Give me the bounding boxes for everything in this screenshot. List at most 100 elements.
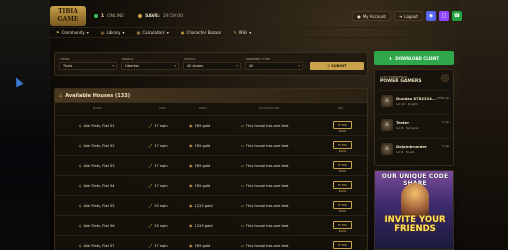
nav-calculators[interactable]: ▦ Calculators ▾: [137, 30, 169, 35]
gamer-name: Dundas 8782324...: [396, 96, 437, 101]
type-select[interactable]: All ▾: [245, 62, 303, 70]
world-select[interactable]: Libertas ▾: [121, 62, 179, 70]
bazaar-icon: ▣: [180, 30, 185, 35]
my-account-button[interactable]: ● My Account: [352, 11, 391, 21]
house-description-text: This house has one bed.: [245, 183, 290, 188]
logo[interactable]: TIBIA GAME: [50, 6, 86, 26]
submit-filter-button[interactable]: ⚲ SUBMIT: [310, 62, 364, 70]
page: TIBIA GAME 1 ONLINE SAVE: 29:59:00 ● My …: [0, 0, 508, 250]
gamer-level: Lvl 10 · Knight: [396, 102, 418, 106]
online-count: 1: [101, 13, 105, 19]
gamer-exp: 5790 xp: [436, 96, 449, 100]
top-actions: ● My Account ➜ Logout ◉ □ ☎: [352, 11, 462, 21]
house-size-text: 17 sqm: [154, 123, 168, 128]
house-icon: ⌂: [79, 143, 82, 148]
gamer-row[interactable]: ⚔ Tester Lvl 8 · Sorcerer 0 xp: [379, 114, 451, 136]
type-value: All: [249, 64, 254, 68]
house-name[interactable]: ⌂ Alai Flats, Flat 05: [79, 203, 115, 208]
nav-label: Wiki: [238, 30, 248, 35]
gamer-level: Lvl 8 · Sorcerer: [396, 126, 419, 130]
house-rent: ◉ 765 gold: [189, 243, 210, 248]
table-row[interactable]: ⌂ Alai Flats, Flat 02 ⤢ 17 sqm ◉ 765 gold ▫ Thi…: [55, 135, 369, 155]
status-value: All states: [187, 64, 204, 68]
house-size-text: 17 sqm: [154, 243, 168, 248]
house-name[interactable]: ⌂ Alai Flats, Flat 04: [79, 183, 115, 188]
town-filter-label: TOWN: [60, 57, 70, 61]
house-rent: ◉ 765 gold: [189, 123, 210, 128]
power-gamers-next-button[interactable]: ›: [441, 74, 449, 82]
nav-community[interactable]: ⚑ Community ▾: [56, 30, 89, 35]
invite-friends-banner[interactable]: OUR UNIQUE CODE SHARE INVITE YOUR FRIEND…: [374, 170, 454, 250]
bid-now-button[interactable]: ⚒ BID NOW: [333, 201, 352, 213]
save-clock-icon: [138, 14, 143, 18]
bid-now-button[interactable]: ⚒ BID NOW: [333, 141, 352, 153]
bid-now-button[interactable]: ⚒ BID NOW: [333, 161, 352, 173]
house-rent-text: 765 gold: [194, 143, 211, 148]
nav-label: Community: [61, 30, 85, 35]
my-account-label: My Account: [362, 13, 386, 19]
size-icon: ⤢: [149, 183, 153, 188]
bid-now-button[interactable]: ⚒ BID NOW: [333, 221, 352, 233]
col-size: SIZE: [159, 106, 166, 110]
town-value: Thais: [63, 64, 73, 68]
twitch-icon[interactable]: □: [439, 11, 449, 21]
status-select[interactable]: All states ▾: [183, 62, 241, 70]
calculator-icon: ▦: [136, 30, 141, 35]
house-name[interactable]: ⌂ Alai Flats, Flat 03: [79, 163, 115, 168]
house-name-text: Alai Flats, Flat 01: [83, 123, 115, 128]
logout-button[interactable]: ➜ Logout: [393, 11, 423, 21]
house-rent: ◉ 765 gold: [189, 163, 210, 168]
house-name-text: Alai Flats, Flat 06: [83, 223, 115, 228]
gamer-exp: 0 xp: [442, 120, 449, 124]
bed-icon: ▫: [241, 143, 244, 148]
gamer-vocation: Knight: [407, 102, 418, 106]
gavel-icon: ⚒: [338, 163, 341, 167]
nav-wiki[interactable]: ✎ Wiki ▾: [233, 30, 251, 35]
wiki-icon: ✎: [233, 30, 237, 35]
table-row[interactable]: ⌂ Alai Flats, Flat 06 ⤢ 25 sqm ◉ 1225 gold ▫ Th…: [55, 215, 369, 235]
table-row[interactable]: ⌂ Alai Flats, Flat 03 ⤢ 17 sqm ◉ 765 gold ▫ Thi…: [55, 155, 369, 175]
table-row[interactable]: ⌂ Alai Flats, Flat 04 ⤢ 17 sqm ◉ 765 gold ▫ Thi…: [55, 175, 369, 195]
house-rent: ◉ 1225 gold: [189, 203, 213, 208]
gamer-row[interactable]: ⚔ Dejoinbrunder Lvl 8 · Druid 0 xp: [379, 138, 451, 160]
town-select[interactable]: Thais ▾: [59, 62, 117, 70]
house-name[interactable]: ⌂ Alai Flats, Flat 02: [79, 143, 115, 148]
gamer-exp: 0 xp: [442, 144, 449, 148]
house-description-text: This house has one bed.: [245, 243, 290, 248]
whatsapp-icon[interactable]: ☎: [452, 11, 462, 21]
bid-now-button[interactable]: ⚒ BID NOW: [333, 181, 352, 193]
house-name[interactable]: ⌂ Alai Flats, Flat 07: [79, 243, 115, 248]
gamer-level-value: Lvl 10: [396, 102, 406, 106]
house-icon: ⌂: [79, 123, 82, 128]
bid-now-button[interactable]: ⚒ BID NOW: [333, 121, 352, 133]
house-description-text: This house has one bed.: [245, 143, 290, 148]
bid-now-button[interactable]: ⚒ BID NOW: [333, 241, 352, 250]
coin-icon: ◉: [189, 203, 193, 208]
table-row[interactable]: ⌂ Alai Flats, Flat 05 ⤢ 25 sqm ◉ 1225 gold ▫ Th…: [55, 195, 369, 215]
download-client-button[interactable]: ⬇ DOWNLOAD CLIENT: [374, 51, 454, 65]
save-time: 29:59:00: [162, 13, 184, 19]
online-status: 1 ONLINE SAVE: 29:59:00: [94, 14, 183, 19]
status-filter-label: STATUS: [184, 57, 196, 61]
gamer-level-value: Lvl 8: [396, 150, 404, 154]
house-name[interactable]: ⌂ Alai Flats, Flat 06: [79, 223, 115, 228]
col-bid: BID: [338, 106, 344, 110]
house-size-text: 17 sqm: [154, 143, 168, 148]
gamer-name: Dejoinbrunder: [396, 144, 427, 149]
house-size: ⤢ 17 sqm: [149, 143, 168, 148]
house-name[interactable]: ⌂ Alai Flats, Flat 01: [79, 123, 115, 128]
table-row[interactable]: ⌂ Alai Flats, Flat 07 ⤢ 17 sqm ◉ 765 gold ▫ Thi…: [55, 235, 369, 250]
table-row[interactable]: ⌂ Alai Flats, Flat 01 ⤢ 17 sqm ◉ 765 gold ▫ Thi…: [55, 115, 369, 135]
discord-icon[interactable]: ◉: [426, 11, 436, 21]
col-name: NAME: [93, 106, 102, 110]
houses-title: Available Houses (133): [65, 92, 131, 99]
house-description: ▫ This house has one bed.: [241, 223, 289, 228]
power-gamers-header: LAST EXPERIENCE POWER GAMERS: [380, 75, 422, 84]
bed-icon: ▫: [241, 243, 244, 248]
house-size-text: 25 sqm: [154, 203, 168, 208]
house-description: ▫ This house has one bed.: [241, 203, 289, 208]
nav-character-bazaar[interactable]: ▣ Character Bazaar: [181, 30, 222, 35]
nav-library[interactable]: ▤ Library ▾: [101, 30, 125, 35]
bed-icon: ▫: [241, 123, 244, 128]
gamer-row[interactable]: ⚔ Dundas 8782324... Lvl 10 · Knight 5790…: [379, 90, 451, 112]
